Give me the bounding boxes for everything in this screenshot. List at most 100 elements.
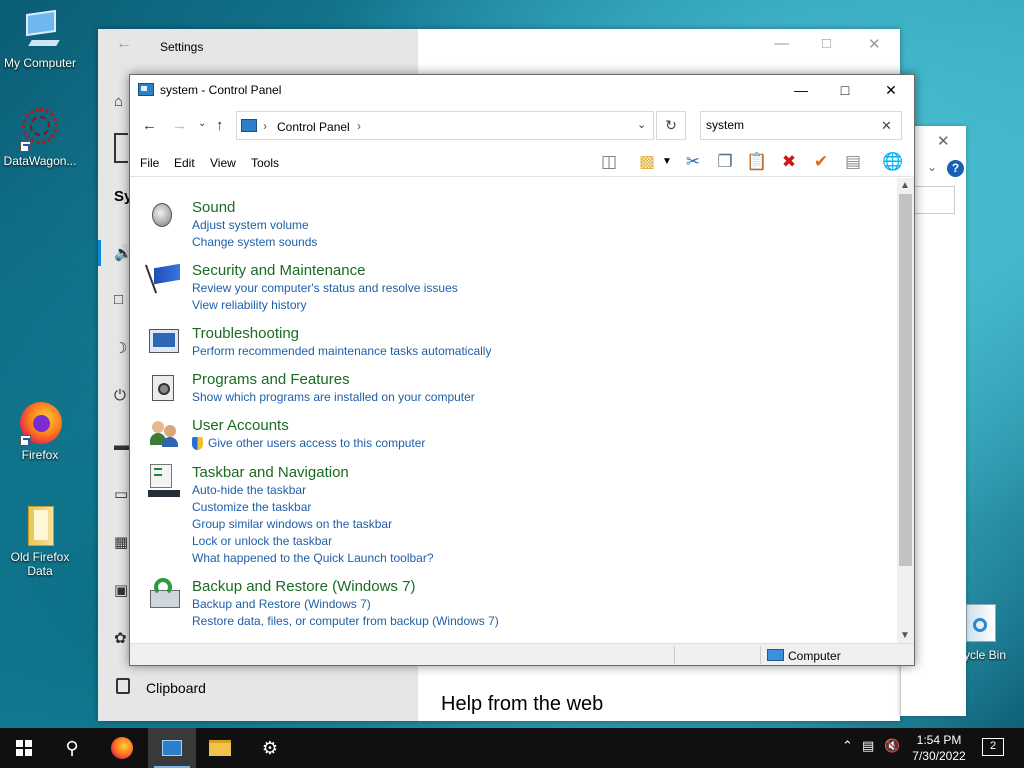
category-title[interactable]: Security and Maintenance	[192, 262, 458, 280]
maximize-button[interactable]: □	[822, 79, 868, 101]
category-title[interactable]: Troubleshooting	[192, 325, 491, 343]
power-icon[interactable]: ⏻	[114, 387, 126, 404]
scroll-down-icon[interactable]: ▼	[900, 630, 910, 641]
projecting-icon[interactable]: ▣	[114, 581, 128, 599]
address-dropdown-icon[interactable]: ⌄	[637, 118, 646, 131]
category-link[interactable]: View reliability history	[192, 297, 458, 314]
title-bar[interactable]: system - Control Panel — □ ✕	[130, 75, 914, 105]
tablet-icon[interactable]: ▭	[114, 485, 128, 503]
category-link[interactable]: What happened to the Quick Launch toolba…	[192, 550, 434, 567]
menu-file[interactable]: File	[140, 156, 159, 170]
taskbar: ⚲ ⚙ ⌃ ▤ 🔇 1:54 PM 7/30/2022 2	[0, 728, 1024, 768]
category-link[interactable]: Change system sounds	[192, 234, 317, 251]
help-icon[interactable]: ?	[947, 160, 964, 177]
multitasking-icon[interactable]: ▦	[114, 533, 128, 551]
delete-icon[interactable]: ✖	[776, 150, 802, 174]
recent-locations-chevron-icon[interactable]: ⌄	[198, 118, 206, 129]
taskbar-settings[interactable]: ⚙	[246, 728, 294, 768]
volume-muted-icon[interactable]: 🔇	[884, 738, 900, 754]
category-link[interactable]: Show which programs are installed on you…	[192, 389, 475, 406]
category-link[interactable]: Group similar windows on the taskbar	[192, 516, 434, 533]
notifications-icon[interactable]: □	[114, 291, 123, 308]
checkmark-icon[interactable]: ✔	[808, 150, 834, 174]
category-link[interactable]: Restore data, files, or computer from ba…	[192, 613, 499, 630]
back-arrow-icon[interactable]: ←	[116, 35, 132, 53]
category-link[interactable]: Customize the taskbar	[192, 499, 434, 516]
search-icon: ⚲	[65, 738, 79, 758]
close-button[interactable]: ✕	[868, 79, 914, 101]
forward-button[interactable]: →	[172, 117, 187, 134]
desktop-icon-old-firefox-data[interactable]: Old Firefox Data	[0, 504, 80, 578]
home-icon[interactable]: ⌂	[114, 93, 123, 110]
taskbar-clock[interactable]: 1:54 PM 7/30/2022	[906, 732, 972, 764]
category-title[interactable]: User Accounts	[192, 417, 425, 435]
breadcrumb-separator-icon[interactable]: ›	[263, 119, 267, 133]
control-panel-icon	[241, 119, 257, 132]
focus-assist-icon[interactable]: ☽	[114, 339, 127, 357]
network-icon[interactable]: ▤	[862, 738, 874, 754]
properties-icon[interactable]: ▤	[840, 150, 866, 174]
vertical-scrollbar[interactable]: ▲ ▼	[897, 178, 914, 644]
taskbar-firefox[interactable]	[98, 728, 146, 768]
taskbar-control-panel[interactable]	[148, 728, 196, 768]
refresh-button[interactable]: ↻	[656, 111, 686, 140]
new-folder-icon[interactable]: ▩	[634, 150, 660, 174]
close-icon[interactable]: ✕	[937, 132, 950, 150]
menu-view[interactable]: View	[210, 156, 236, 170]
category-link[interactable]: Give other users access to this computer	[192, 435, 425, 452]
clear-search-icon[interactable]: ✕	[881, 118, 892, 134]
category-title[interactable]: Programs and Features	[192, 371, 475, 389]
paste-icon[interactable]: 📋	[744, 150, 770, 174]
close-icon[interactable]: ✕	[868, 35, 881, 53]
taskbar-file-explorer[interactable]	[196, 728, 244, 768]
gear-icon: ⚙	[261, 738, 279, 758]
sidebar-item-clipboard[interactable]: Clipboard	[146, 680, 206, 696]
scroll-up-icon[interactable]: ▲	[900, 180, 910, 191]
preview-pane-icon[interactable]: ◫	[596, 150, 622, 174]
folder-icon	[16, 504, 64, 548]
category-link[interactable]: Backup and Restore (Windows 7)	[192, 596, 499, 613]
breadcrumb-separator-icon[interactable]: ›	[357, 119, 361, 133]
speaker-icon	[148, 200, 182, 234]
firefox-icon	[16, 402, 64, 446]
menu-edit[interactable]: Edit	[174, 156, 195, 170]
show-hidden-icons-chevron-icon[interactable]: ⌃	[842, 738, 853, 754]
category-link[interactable]: Adjust system volume	[192, 217, 317, 234]
category-title[interactable]: Sound	[192, 199, 317, 217]
search-box[interactable]: ✕	[700, 111, 902, 140]
up-button[interactable]: ↑	[216, 117, 224, 134]
settings-search-box[interactable]	[114, 133, 128, 163]
scrollbar-thumb[interactable]	[899, 194, 912, 566]
storage-icon[interactable]: ▬	[114, 437, 129, 454]
desktop-icon-my-computer[interactable]: My Computer	[0, 9, 80, 70]
category-title[interactable]: Backup and Restore (Windows 7)	[192, 578, 499, 596]
globe-icon[interactable]: 🌐	[880, 150, 906, 174]
minimize-button[interactable]: —	[778, 79, 824, 101]
minimize-icon[interactable]: —	[774, 35, 789, 52]
breadcrumb-control-panel[interactable]: Control Panel	[277, 120, 350, 134]
dropdown-arrow-icon[interactable]: ▼	[660, 150, 674, 174]
search-button[interactable]: ⚲	[48, 728, 96, 768]
control-panel-icon	[162, 740, 182, 756]
desktop-icon-datawagon[interactable]: DataWagon...	[0, 108, 80, 168]
shared-experiences-icon[interactable]: ✿	[114, 629, 127, 647]
category-link[interactable]: Perform recommended maintenance tasks au…	[192, 343, 491, 360]
cut-icon[interactable]: ✂	[680, 150, 706, 174]
chevron-down-icon[interactable]: ⌄	[927, 160, 937, 174]
input-box[interactable]	[915, 186, 955, 214]
copy-icon[interactable]: ❐	[712, 150, 738, 174]
category-link[interactable]: Lock or unlock the taskbar	[192, 533, 434, 550]
notification-center-button[interactable]: 2	[982, 738, 1004, 756]
maximize-icon[interactable]: □	[822, 35, 831, 52]
category-link[interactable]: Review your computer's status and resolv…	[192, 280, 458, 297]
control-panel-window[interactable]: system - Control Panel — □ ✕ ← → ⌄ ↑ › C…	[129, 74, 915, 666]
address-bar[interactable]: › Control Panel › ⌄	[236, 111, 654, 140]
category-link[interactable]: Auto-hide the taskbar	[192, 482, 434, 499]
menu-tools[interactable]: Tools	[251, 156, 279, 170]
category-title[interactable]: Taskbar and Navigation	[192, 464, 434, 482]
search-input[interactable]	[706, 118, 876, 132]
back-button[interactable]: ←	[142, 117, 157, 134]
desktop-icon-firefox[interactable]: Firefox	[0, 402, 80, 462]
start-button[interactable]	[0, 728, 48, 768]
desktop-icon-label: Old Firefox Data	[10, 550, 70, 578]
